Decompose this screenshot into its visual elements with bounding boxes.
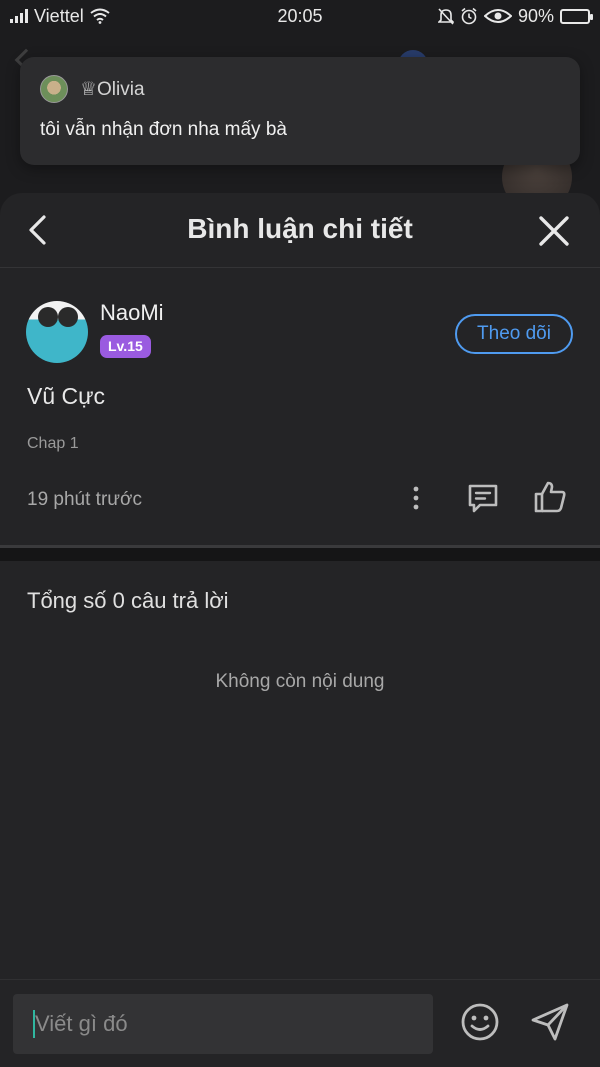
close-button[interactable] [536,213,572,249]
comment-input[interactable] [13,994,433,1054]
section-divider [0,545,600,561]
follow-button[interactable]: Theo dõi [455,314,573,354]
bell-muted-icon [437,8,454,25]
user-avatar[interactable] [26,301,88,363]
signal-icon [10,9,28,23]
wifi-icon [90,8,110,24]
notification-message: tôi vẫn nhận đơn nha mấy bà [40,119,287,140]
alarm-icon [461,7,477,25]
sheet-title: Bình luận chi tiết [187,213,413,244]
carrier-label: Viettel [34,5,84,26]
status-bar: Viettel 20:05 90% [0,0,600,32]
status-left: Viettel [10,6,110,27]
comment-time: 19 phút trước [27,489,142,510]
eye-icon [483,9,512,23]
battery-icon [560,8,593,24]
notification-toast[interactable]: ♕Olivia tôi vẫn nhận đơn nha mấy bà [20,57,580,165]
text-caret [33,1010,35,1038]
notification-sender: ♕Olivia [80,78,145,100]
sheet-header: Bình luận chi tiết [0,193,600,268]
user-name[interactable]: NaoMi [100,300,164,326]
reply-icon[interactable] [466,481,500,515]
comment-detail-sheet: Bình luận chi tiết NaoMi Lv.15 Theo dõi … [0,193,600,1067]
emoji-icon[interactable] [460,1002,500,1042]
send-icon[interactable] [528,1000,572,1044]
empty-state-text: Không còn nội dung [215,671,385,692]
more-options-icon[interactable] [406,483,426,513]
notification-avatar [40,75,68,103]
battery-label: 90% [517,5,554,26]
chapter-label[interactable]: Chap 1 [27,435,79,453]
like-icon[interactable] [532,479,568,515]
reply-count: Tổng số 0 câu trả lời [27,588,229,613]
notification-header: ♕Olivia [40,75,560,103]
comment-text: Vũ Cực [27,383,106,409]
composer-bar [0,979,600,1067]
level-badge: Lv.15 [100,335,151,358]
screen: Viettel 20:05 90% ♕Olivia tôi vẫn nhận đ… [0,0,600,1067]
status-right: 90% [437,5,593,27]
